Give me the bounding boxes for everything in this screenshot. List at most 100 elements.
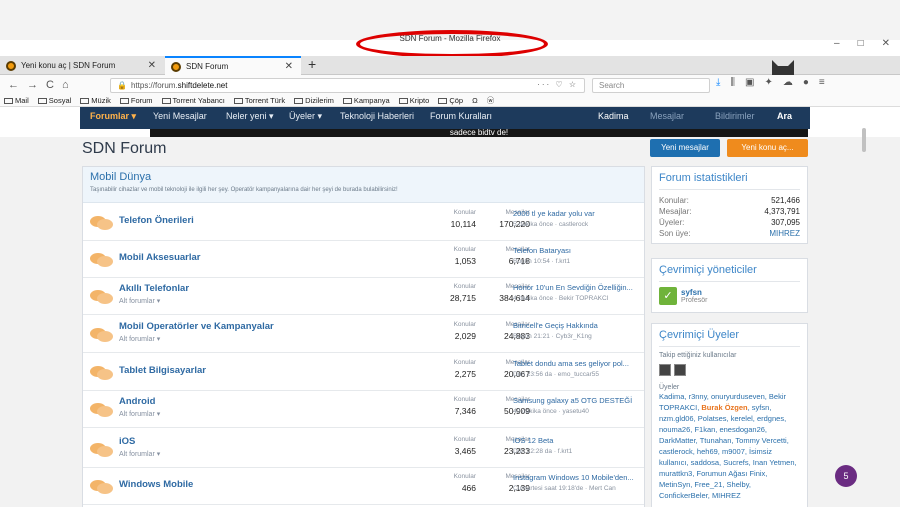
bookmark-kampanya[interactable]: Kampanya: [342, 96, 390, 105]
bookmark-torrent-yabanci[interactable]: Torrent Yabancı: [161, 96, 225, 105]
last-post-title[interactable]: Samsung galaxy a5 OTG DESTEĞİ: [513, 396, 641, 405]
nav-neler-yeni[interactable]: Neler yeni ▾: [226, 111, 274, 122]
last-post-meta[interactable]: Dün 23:56 da · emo_tuccar55: [513, 371, 641, 378]
tab-sdn-forum[interactable]: SDN Forum ✕: [165, 56, 301, 75]
members-heading: Üyeler: [659, 384, 680, 391]
bookmark-muzik[interactable]: Müzik: [80, 96, 111, 105]
nav-ara[interactable]: Ara: [777, 111, 792, 121]
library-icon[interactable]: ⫼: [730, 77, 735, 88]
bookmark-w[interactable]: ⓦ: [487, 95, 495, 106]
last-post-title[interactable]: Telefon Bataryası: [513, 246, 641, 255]
forum-name[interactable]: Tablet Bilgisayarlar: [119, 365, 206, 376]
nav-user-kadima[interactable]: Kadima: [598, 111, 629, 121]
nav-uyeler[interactable]: Üyeler ▾: [289, 111, 322, 122]
avatar[interactable]: [659, 364, 671, 376]
site-nav-bar: Forumlar ▾ Yeni Mesajlar Neler yeni ▾ Üy…: [80, 107, 810, 129]
forward-button[interactable]: →: [27, 79, 38, 91]
bookmark-kripto[interactable]: Kripto: [398, 96, 429, 105]
category-title[interactable]: Mobil Dünya: [90, 171, 637, 183]
new-topic-button[interactable]: Yeni konu aç...: [727, 139, 808, 157]
last-post-meta[interactable]: 40 dakika önce · yasetu40: [513, 408, 641, 415]
maximize-button[interactable]: □: [858, 38, 864, 49]
last-post-meta[interactable]: Dün 22:28 da · f.krt1: [513, 448, 641, 455]
avatar[interactable]: [674, 364, 686, 376]
tab-close-icon[interactable]: ✕: [148, 60, 156, 71]
last-post-title[interactable]: Instagram Windows 10 Mobile'den...: [513, 473, 641, 482]
nav-forumlar[interactable]: Forumlar ▾: [90, 111, 136, 122]
extension-icon[interactable]: ✦: [764, 77, 772, 88]
last-post-title[interactable]: iOS 12 Beta: [513, 436, 641, 445]
bookmark-dizilerim[interactable]: Dizilerim: [294, 96, 334, 105]
close-window-button[interactable]: ✕: [882, 38, 890, 49]
new-tab-button[interactable]: +: [308, 56, 316, 73]
forum-name[interactable]: Android: [119, 396, 155, 407]
nav-teknoloji-haberleri[interactable]: Teknoloji Haberleri: [340, 111, 414, 121]
reload-button[interactable]: C: [46, 79, 54, 91]
forum-row: iOS Alt forumlar ▾ Konular 3,465 Mesajlar 23,…: [83, 430, 644, 468]
forum-name[interactable]: Telefon Önerileri: [119, 215, 194, 226]
forum-name[interactable]: Akıllı Telefonlar: [119, 283, 189, 294]
nav-mesajlar[interactable]: Mesajlar: [650, 111, 684, 121]
back-button[interactable]: ←: [8, 79, 19, 91]
latest-member-link[interactable]: MIHREZ: [769, 228, 800, 239]
page-actions[interactable]: ··· ♡ ☆: [537, 80, 578, 89]
home-button[interactable]: ⌂: [62, 79, 69, 91]
new-messages-button[interactable]: Yeni mesajlar: [650, 139, 720, 157]
page-title: SDN Forum: [82, 140, 167, 157]
bookmark-mail[interactable]: Mail: [4, 96, 29, 105]
bookmark-omega[interactable]: Ω: [472, 96, 478, 105]
nav-yeni-mesajlar[interactable]: Yeni Mesajlar: [153, 111, 207, 121]
forum-row: Android Alt forumlar ▾ Konular 7,346 Mesajla…: [83, 390, 644, 428]
menu-icon[interactable]: ≡: [819, 77, 825, 88]
cloud-icon[interactable]: ☁: [783, 77, 793, 88]
url-bar[interactable]: 🔒 https://forum. shiftdelete.net ··· ♡ ☆: [110, 78, 585, 93]
window-titlebar: SDN Forum - Mozilla Firefox – □ ✕: [0, 0, 900, 58]
tab-new-topic[interactable]: Yeni konu aç | SDN Forum ✕: [0, 56, 164, 75]
site-nav: Forumlar ▾ Yeni Mesajlar Neler yeni ▾ Üy…: [0, 107, 900, 129]
window-controls: – □ ✕: [834, 38, 890, 49]
download-icon[interactable]: ⤓: [716, 77, 720, 88]
bookmark-sosyal[interactable]: Sosyal: [37, 96, 71, 105]
last-post-meta[interactable]: Bugün 10:54 · f.krt1: [513, 258, 641, 265]
last-post-meta[interactable]: Cumartesi saat 19:18'de · Mert Can: [513, 485, 641, 492]
topics-stat: Konular 3,465: [453, 436, 476, 456]
nav-bildirimler[interactable]: Bildirimler: [715, 111, 755, 121]
online-member-list[interactable]: Kadima, r3nny, onuryurduseven, Bekir TOP…: [659, 391, 800, 501]
nav-forum-kurallari[interactable]: Forum Kuralları: [430, 111, 492, 121]
forum-name[interactable]: Mobil Operatörler ve Kampanyalar: [119, 321, 274, 332]
topics-stat: Konular 28,715: [450, 283, 476, 303]
folder-icon: [438, 98, 448, 104]
url-prefix: https://forum.: [130, 81, 178, 90]
last-post-title[interactable]: Bimcell'e Geçiş Hakkında: [513, 321, 641, 330]
last-post-meta[interactable]: Bugün 21:21 · Cyb3r_K1ng: [513, 333, 641, 340]
subforums-toggle[interactable]: Alt forumlar ▾: [119, 335, 160, 343]
bookmark-torrent-turk[interactable]: Torrent Türk: [233, 96, 285, 105]
forum-name[interactable]: Mobil Aksesuarlar: [119, 252, 200, 263]
bookmark-forum[interactable]: Forum: [119, 96, 153, 105]
bookmark-cop[interactable]: Çöp: [438, 96, 463, 105]
profile-icon[interactable]: ●: [803, 77, 809, 88]
notification-bubble[interactable]: 5: [835, 465, 857, 487]
last-post: Telefon Bataryası Bugün 10:54 · f.krt1: [513, 246, 641, 265]
subforums-toggle[interactable]: Alt forumlar ▾: [119, 450, 160, 458]
avatar[interactable]: ✓: [659, 287, 677, 305]
last-post-title[interactable]: 2000 tl ye kadar yolu var: [513, 209, 641, 218]
last-post-title[interactable]: Tablet dondu ama ses geliyor pol...: [513, 359, 641, 368]
last-post: Samsung galaxy a5 OTG DESTEĞİ 40 dakika ö…: [513, 396, 641, 415]
tab-close-icon[interactable]: ✕: [285, 61, 293, 72]
sidebar-icon[interactable]: ▣: [745, 77, 754, 88]
subforums-toggle[interactable]: Alt forumlar ▾: [119, 410, 160, 418]
last-post-meta[interactable]: 5 dakika önce · castlerock: [513, 221, 641, 228]
forum-name[interactable]: Windows Mobile: [119, 479, 193, 490]
minimize-button[interactable]: –: [834, 38, 840, 49]
search-input[interactable]: Search: [592, 78, 710, 93]
forum-name[interactable]: iOS: [119, 436, 135, 447]
subforums-toggle[interactable]: Alt forumlar ▾: [119, 297, 160, 305]
scrollbar[interactable]: [862, 128, 866, 152]
tab-label: SDN Forum: [186, 62, 229, 71]
staff-member[interactable]: ✓ syfsn Profesör: [659, 287, 800, 305]
staff-name[interactable]: syfsn: [681, 288, 707, 297]
last-post-title[interactable]: Honor 10'un En Sevdiğin Özelliğin...: [513, 283, 641, 292]
last-post-meta[interactable]: 4 dakika önce · Bekir TOPRAKCI: [513, 295, 641, 302]
stat-row: Üyeler: 307,095: [659, 218, 800, 227]
